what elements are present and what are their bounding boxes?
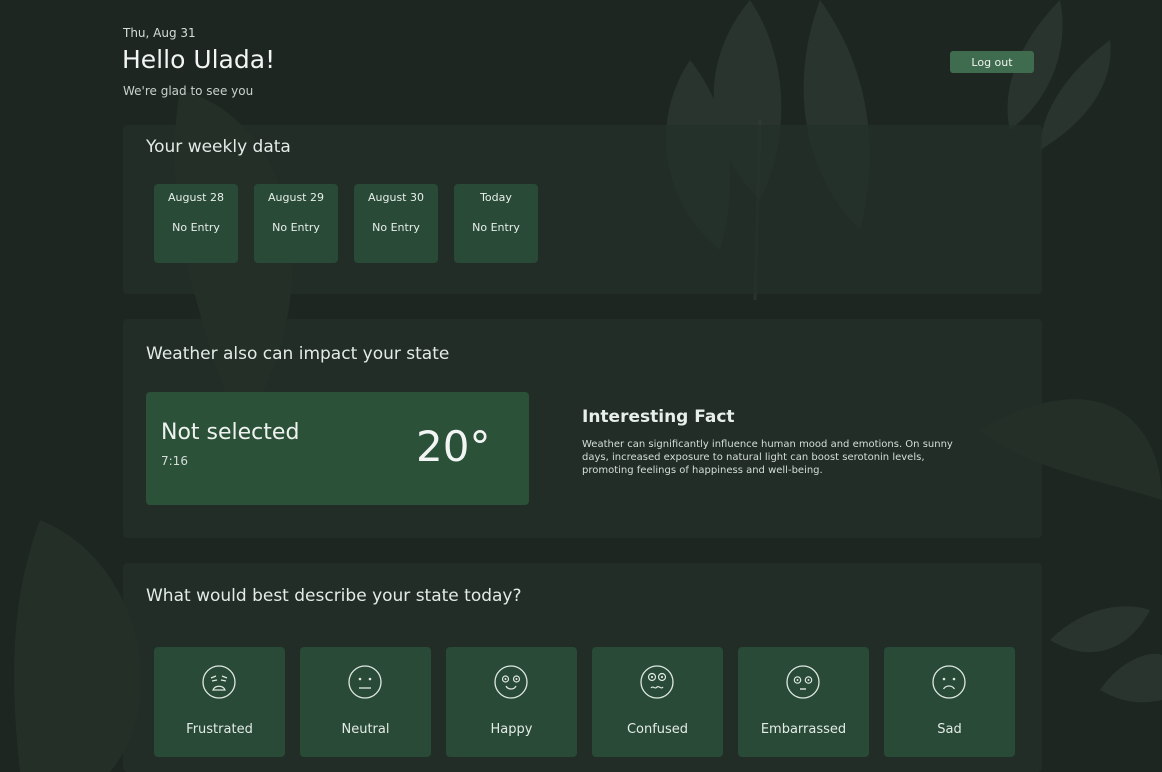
day-label: August 28 (168, 191, 224, 204)
mood-card: What would best describe your state toda… (123, 563, 1042, 772)
dashboard-page: Thu, Aug 31 Hello Ulada! We're glad to s… (0, 0, 1162, 772)
day-tile[interactable]: August 29 No Entry (254, 184, 338, 263)
day-value: No Entry (172, 221, 220, 234)
mood-option-sad[interactable]: Sad (884, 647, 1015, 757)
weekly-data-title: Your weekly data (146, 137, 291, 157)
mood-label: Frustrated (186, 722, 253, 737)
greeting-subtitle: We're glad to see you (123, 84, 254, 98)
mood-label: Sad (937, 722, 962, 737)
day-tile[interactable]: Today No Entry (454, 184, 538, 263)
mood-label: Confused (626, 722, 689, 737)
day-value: No Entry (472, 221, 520, 234)
day-label: Today (480, 191, 512, 204)
mood-label: Embarrassed (760, 722, 847, 737)
neutral-face-icon (348, 665, 382, 699)
weekly-data-card: Your weekly data August 28 No Entry Augu… (123, 125, 1042, 294)
embarrassed-face-icon (786, 665, 820, 699)
weather-time: 7:16 (161, 454, 188, 468)
mood-question: What would best describe your state toda… (146, 586, 522, 606)
day-label: August 30 (368, 191, 424, 204)
logout-button[interactable]: Log out (950, 51, 1034, 73)
frustrated-face-icon (202, 665, 236, 699)
sad-face-icon (932, 665, 966, 699)
weather-card: Weather also can impact your state Not s… (123, 319, 1042, 538)
weekly-day-list: August 28 No Entry August 29 No Entry Au… (154, 184, 538, 263)
mood-option-confused[interactable]: Confused (592, 647, 723, 757)
weather-title: Weather also can impact your state (146, 344, 450, 364)
fact-title: Interesting Fact (582, 407, 735, 427)
mood-options: Frustrated Neutral Happy Confused Embarr… (154, 647, 1015, 757)
mood-option-neutral[interactable]: Neutral (300, 647, 431, 757)
weather-widget[interactable]: Not selected 7:16 20° (146, 392, 529, 505)
greeting-title: Hello Ulada! (122, 45, 276, 74)
mood-option-happy[interactable]: Happy (446, 647, 577, 757)
happy-face-icon (494, 665, 528, 699)
mood-label: Happy (490, 722, 533, 737)
day-value: No Entry (272, 221, 320, 234)
mood-label: Neutral (341, 722, 390, 737)
day-value: No Entry (372, 221, 420, 234)
day-tile[interactable]: August 30 No Entry (354, 184, 438, 263)
mood-option-frustrated[interactable]: Frustrated (154, 647, 285, 757)
fact-text: Weather can significantly influence huma… (582, 439, 953, 476)
confused-face-icon (640, 665, 674, 699)
current-date: Thu, Aug 31 (123, 26, 196, 40)
mood-option-embarrassed[interactable]: Embarrassed (738, 647, 869, 757)
day-tile[interactable]: August 28 No Entry (154, 184, 238, 263)
day-label: August 29 (268, 191, 324, 204)
weather-location: Not selected (161, 420, 300, 445)
weather-temperature: 20° (416, 422, 491, 471)
